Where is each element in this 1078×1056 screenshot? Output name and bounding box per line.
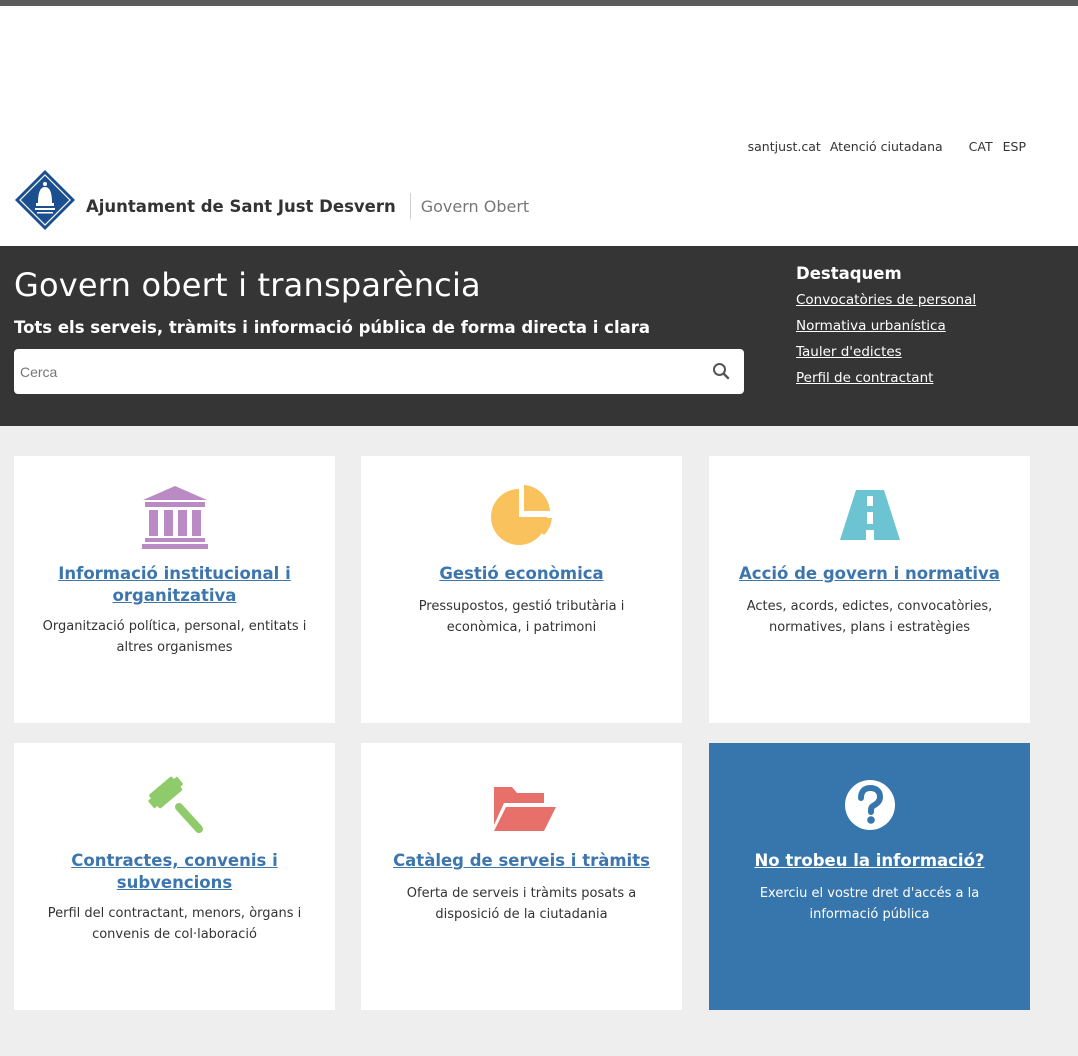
page-tagline: Tots els serveis, tràmits i informació p…	[14, 318, 650, 337]
card-description: Actes, acords, edictes, convocatòries, n…	[746, 599, 993, 635]
town-bell-logo-icon	[15, 170, 75, 230]
search-box	[14, 349, 744, 394]
search-icon[interactable]	[712, 362, 730, 380]
card-title[interactable]: Acció de govern i normativa	[729, 563, 1010, 585]
card-description: Perfil del contractant, menors, òrgans i…	[47, 906, 302, 942]
institution-building-icon	[135, 482, 215, 552]
card-description: Organització política, personal, entitat…	[42, 619, 307, 655]
lang-cat-link[interactable]: CAT	[969, 139, 993, 154]
card-title[interactable]: Contractes, convenis i subvencions	[34, 850, 315, 894]
site-link[interactable]: santjust.cat	[748, 139, 821, 154]
highlight-link-tauler[interactable]: Tauler d'edictes	[796, 344, 976, 360]
highlight-link-normativa[interactable]: Normativa urbanística	[796, 318, 976, 334]
gavel-icon	[135, 769, 215, 839]
card-description: Pressupostos, gestió tributària i econòm…	[418, 599, 625, 635]
top-accent-bar	[0, 0, 1078, 6]
pie-chart-icon	[482, 482, 562, 552]
card-title[interactable]: No trobeu la informació?	[729, 850, 1010, 872]
highlight-link-convocatories[interactable]: Convocatòries de personal	[796, 292, 976, 308]
road-icon	[830, 482, 910, 552]
brand-divider	[409, 193, 411, 219]
category-grid: Informació institucional i organitzativa…	[0, 426, 1078, 1056]
question-circle-icon	[830, 769, 910, 839]
card-title[interactable]: Catàleg de serveis i tràmits	[381, 850, 662, 872]
folder-open-icon	[482, 769, 562, 839]
card-info-request[interactable]: No trobeu la informació? Exerciu el vost…	[709, 743, 1030, 1010]
hero-banner: Govern obert i transparència Tots els se…	[0, 246, 1078, 426]
search-input[interactable]	[14, 349, 694, 394]
card-institutional-info[interactable]: Informació institucional i organitzativa…	[14, 456, 335, 723]
highlight-link-perfil[interactable]: Perfil de contractant	[796, 370, 976, 386]
citizen-service-link[interactable]: Atenció ciutadana	[830, 139, 943, 154]
utility-nav: santjust.cat Atenció ciutadana CAT ESP	[748, 139, 1026, 154]
page-title: Govern obert i transparència	[14, 266, 481, 304]
brand-header[interactable]: Ajuntament de Sant Just Desvern Govern O…	[14, 168, 529, 232]
card-government-action[interactable]: Acció de govern i normativa Actes, acord…	[709, 456, 1030, 723]
card-economic-management[interactable]: Gestió econòmica Pressupostos, gestió tr…	[361, 456, 682, 723]
card-title[interactable]: Informació institucional i organitzativa	[34, 563, 315, 607]
highlights-title: Destaquem	[796, 264, 902, 283]
card-contracts[interactable]: Contractes, convenis i subvencions Perfi…	[14, 743, 335, 1010]
card-description: Exerciu el vostre dret d'accés a la info…	[759, 886, 980, 922]
org-name: Ajuntament de Sant Just Desvern	[86, 196, 396, 216]
section-name: Govern Obert	[420, 196, 530, 216]
lang-esp-link[interactable]: ESP	[1003, 139, 1026, 154]
card-title[interactable]: Gestió econòmica	[381, 563, 662, 585]
highlights-panel: Destaquem Convocatòries de personal Norm…	[796, 264, 976, 396]
card-services-catalog[interactable]: Catàleg de serveis i tràmits Oferta de s…	[361, 743, 682, 1010]
card-description: Oferta de serveis i tràmits posats a dis…	[406, 886, 637, 922]
